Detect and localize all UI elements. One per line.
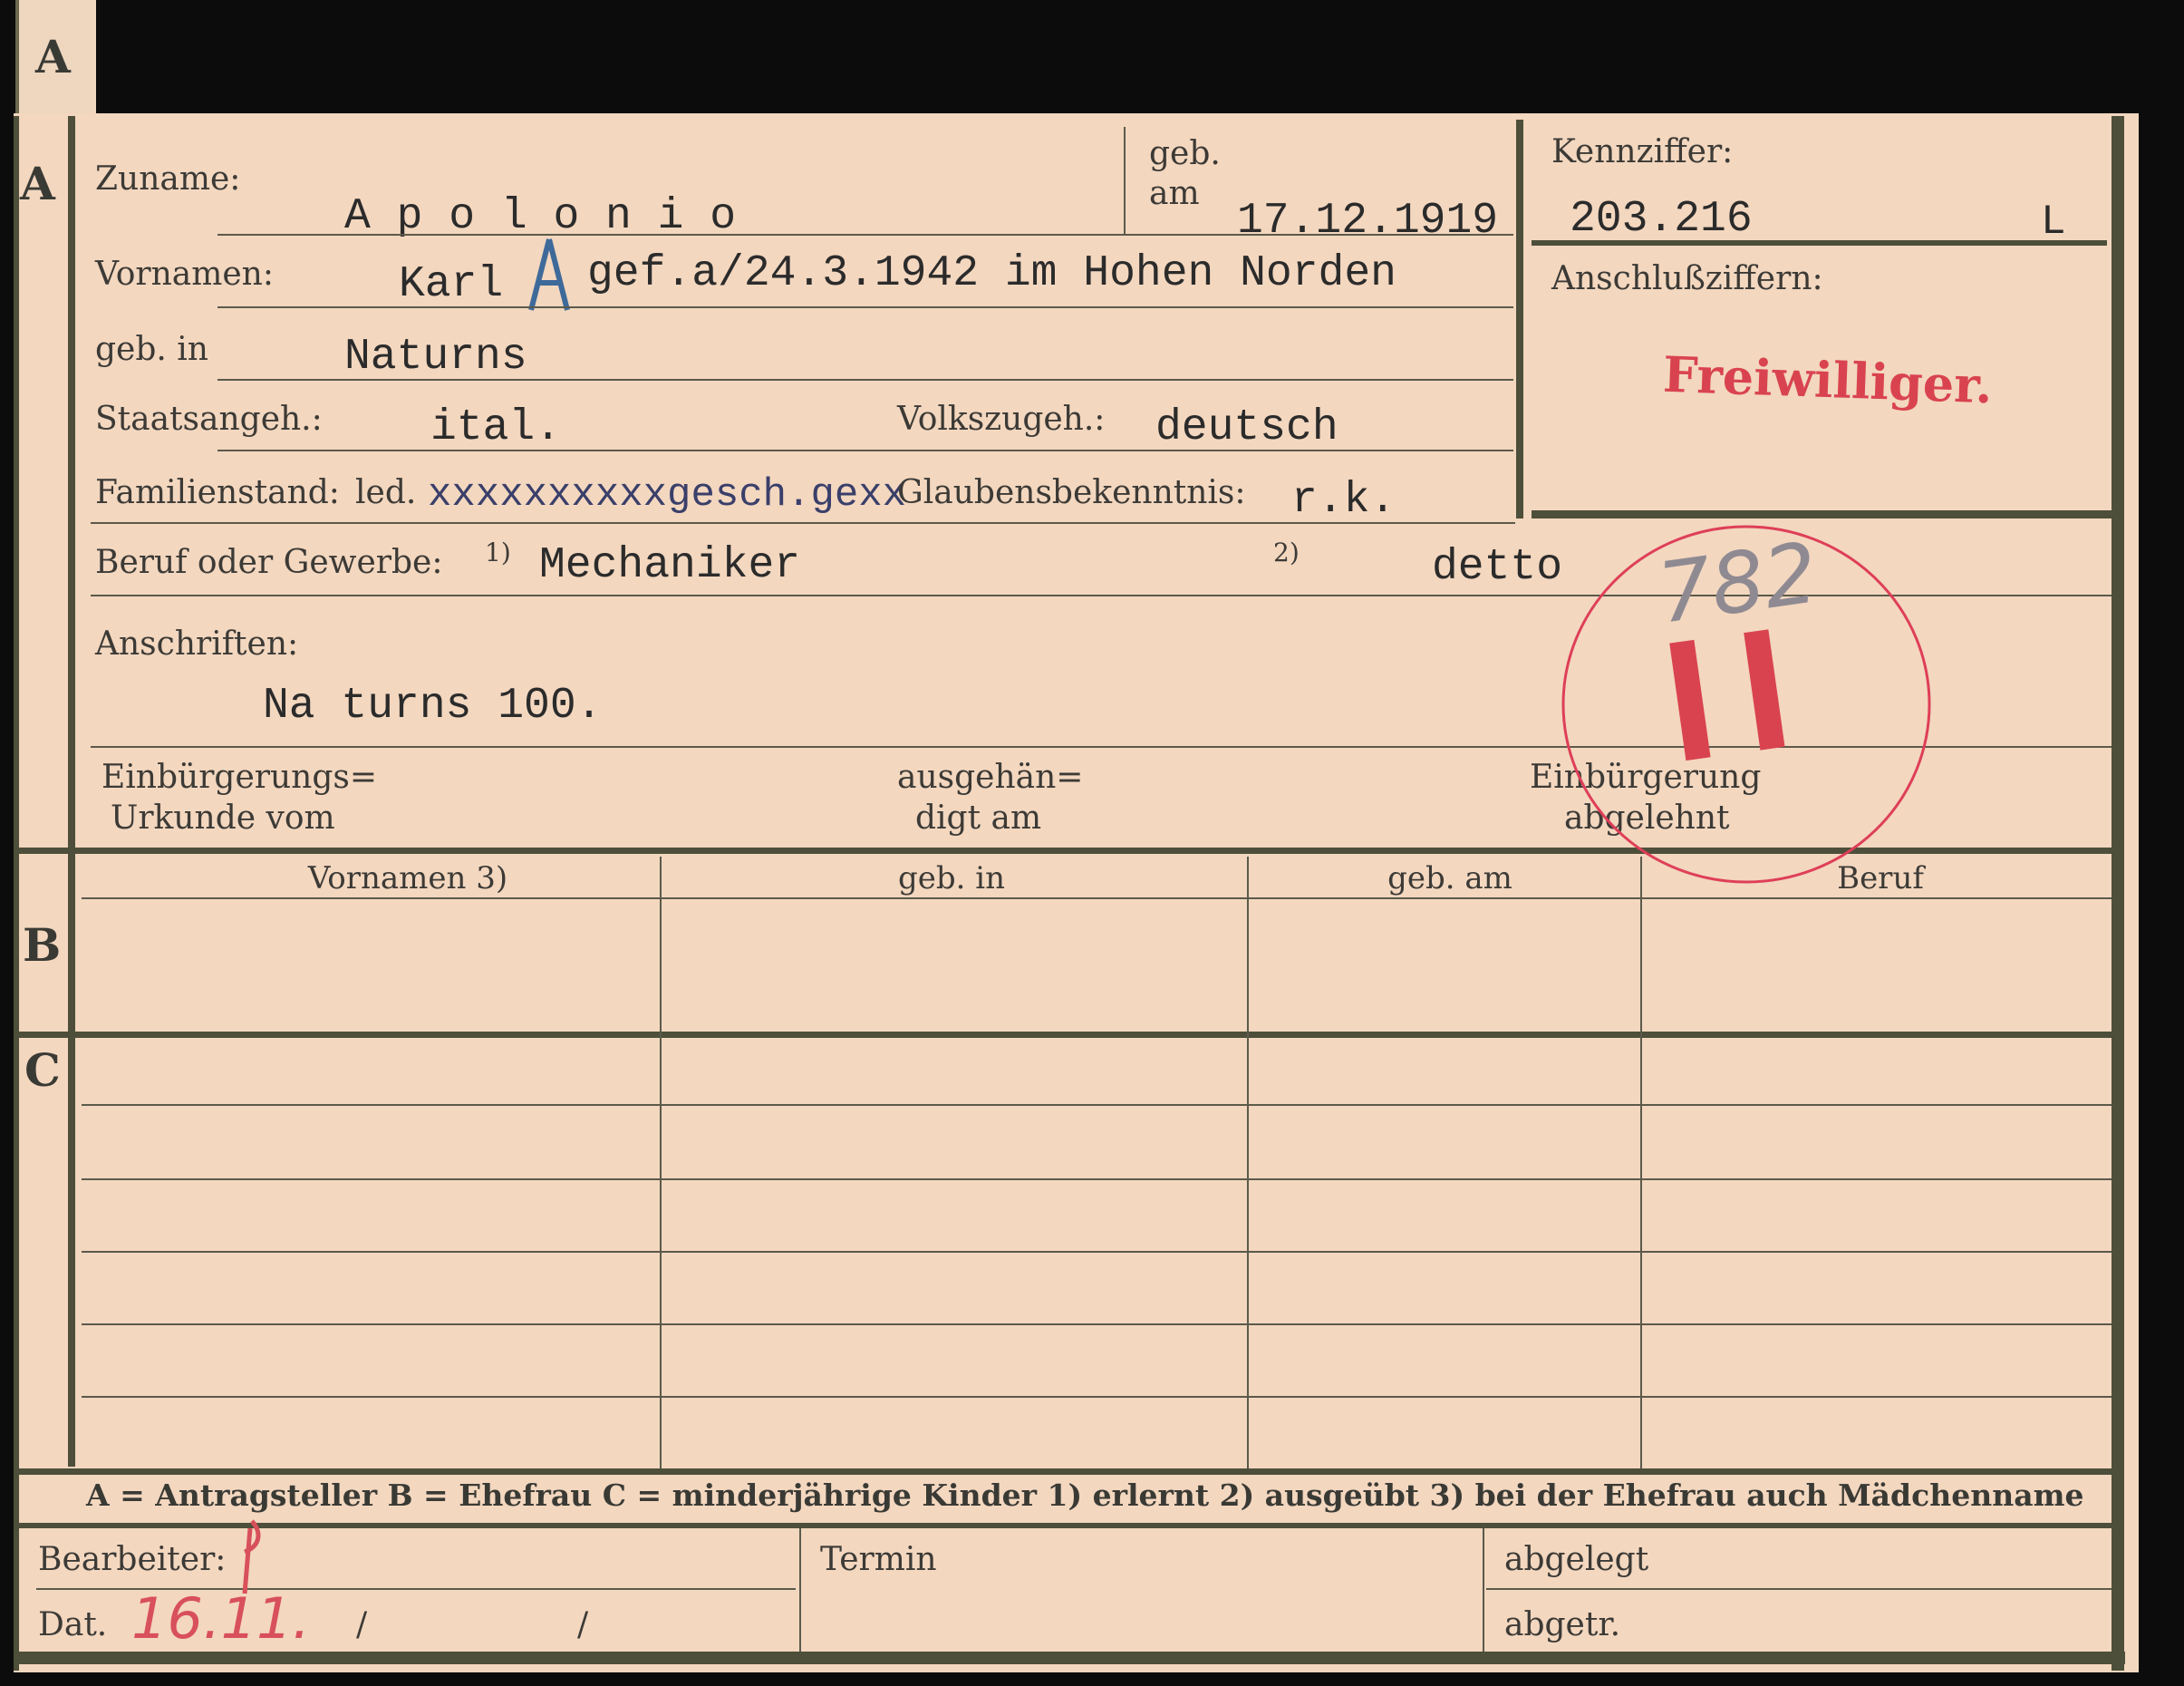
staatsangeh-value: ital. [430, 403, 562, 452]
divider-b-c [14, 1032, 2121, 1038]
kenn-box-left [1516, 120, 1523, 518]
vornamen-note: gef.a/24.3.1942 im Hohen Norden [587, 249, 1396, 298]
section-letter-b: B [23, 918, 62, 972]
staatsangeh-label: Staatsangeh.: [95, 401, 323, 438]
dat-slash-2: / [577, 1606, 589, 1643]
divider-c-legend [14, 1468, 2121, 1475]
section-letter-a: A [20, 157, 55, 210]
termin-label: Termin [820, 1541, 937, 1578]
volkszugeh-label: Volkszugeh.: [897, 401, 1106, 438]
kennziffer-value: 203.216 [1570, 195, 1753, 244]
table-row-line-5 [82, 1396, 2112, 1398]
ausgehaendigt-label-2: digt am [915, 799, 1042, 837]
card-tab: A [15, 0, 96, 118]
ausgehaendigt-label-1: ausgehän= [897, 759, 1084, 796]
familienstand-label: Familienstand: [95, 474, 340, 511]
table-header-line [82, 897, 2112, 899]
anschriften-value: Na turns 100. [263, 682, 603, 731]
dat-value: 16.11. [131, 1585, 311, 1652]
abgelegt-label: abgelegt [1504, 1541, 1649, 1578]
volkszugeh-value: deutsch [1155, 403, 1338, 452]
zuname-label: Zuname: [95, 160, 241, 198]
kennziffer-suffix: L [2041, 199, 2066, 246]
footer-divider-1 [799, 1528, 801, 1652]
staats-underline [217, 450, 1513, 451]
section-letter-a-tab: A [35, 30, 71, 83]
zuname-value: A p o l o n i o [344, 192, 737, 241]
vornamen-value: Karl [399, 260, 504, 309]
geb-am-value: 17.12.1919 [1237, 197, 1499, 246]
beruf-mark-1: 1) [485, 538, 511, 567]
geb-label-1: geb. [1149, 135, 1221, 172]
beruf-label: Beruf oder Gewerbe: [95, 544, 443, 581]
geb-in-underline [217, 379, 1513, 381]
frame-bottom [14, 1652, 2125, 1664]
zuname-divider [1124, 127, 1126, 234]
kennziffer-label: Kennziffer: [1551, 133, 1734, 170]
geb-in-label: geb. in [95, 331, 208, 368]
frame-left-inner [68, 116, 75, 1467]
table-row-line-2 [82, 1178, 2112, 1180]
geb-label-2: am [1149, 175, 1200, 212]
dat-slash-1: / [356, 1606, 368, 1643]
divider-legend-footer [14, 1523, 2121, 1528]
familienstand-printed: led. [355, 474, 417, 511]
table-col-divider-3 [1640, 857, 1642, 1468]
col-header-geb-am: geb. am [1387, 860, 1512, 896]
geb-in-value: Naturns [344, 333, 527, 382]
beruf-value-2: detto [1432, 543, 1563, 592]
beruf-mark-2: 2) [1273, 538, 1300, 567]
col-header-beruf: Beruf [1837, 860, 1924, 896]
col-header-geb-in: geb. in [897, 860, 1006, 896]
table-row-line-1 [82, 1104, 2112, 1106]
anschriften-label: Anschriften: [95, 625, 299, 663]
glaubens-value: r.k. [1291, 476, 1396, 525]
freiwilliger-stamp: Freiwilliger. [1661, 344, 1994, 415]
einbuergerung-label-2: Urkunde vom [111, 799, 335, 837]
legend: A = Antragsteller B = Ehefrau C = minder… [86, 1478, 2084, 1513]
footer-divider-2 [1483, 1528, 1484, 1652]
familien-underline [91, 522, 1515, 524]
bearbeiter-label: Bearbeiter: [38, 1541, 227, 1578]
vornamen-label: Vornamen: [95, 256, 274, 293]
table-col-divider-2 [1247, 857, 1249, 1468]
frame-right [2112, 116, 2124, 1671]
abgetr-label: abgetr. [1504, 1606, 1621, 1643]
cross-mark-icon [528, 238, 570, 311]
table-row-line-4 [82, 1323, 2112, 1325]
frame-left-outer [14, 116, 19, 1671]
round-stamp-mark: II [1653, 587, 1829, 799]
beruf-value-1: Mechaniker [539, 541, 801, 590]
abgelegt-underline [1486, 1588, 2112, 1590]
familienstand-value: xxxxxxxxxxgesch.gexx [428, 472, 907, 518]
table-row-line-3 [82, 1251, 2112, 1253]
einbuergerung-label-1: Einbürgerungs= [101, 759, 378, 796]
kenn-box-bottom [1532, 510, 2112, 518]
zuname-underline [217, 234, 1513, 236]
dat-label: Dat. [38, 1606, 108, 1643]
vornamen-underline [217, 306, 1513, 308]
col-header-vornamen: Vornamen 3) [307, 860, 508, 896]
glaubens-label: Glaubensbekenntnis: [897, 474, 1246, 511]
section-letter-c: C [24, 1043, 61, 1097]
anschluss-label: Anschlußziffern: [1551, 260, 1823, 297]
table-col-divider-1 [660, 857, 662, 1468]
